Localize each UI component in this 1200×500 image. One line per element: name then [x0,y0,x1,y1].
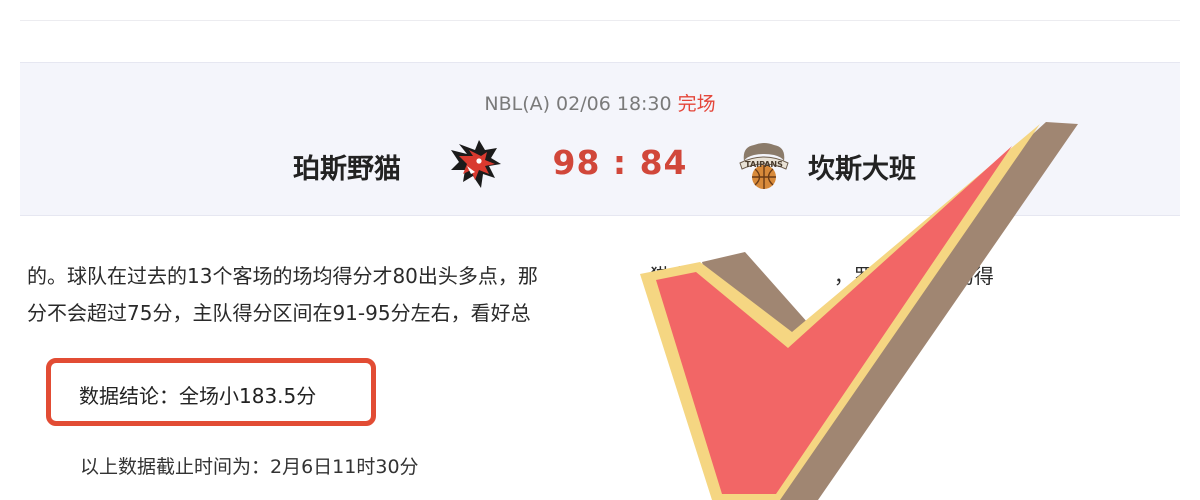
article-line-2: 分不会超过75分，主队得分区间在91-95分左右，看好总 [27,301,531,325]
article-text: 的。球队在过去的13个客场的场均得分才80出头多点，那 猫高强度 ，罗特认为这场得 … [27,258,1177,332]
article-line-1-start: 的。球队在过去的13个客场的场均得分才80出头多点，那 [27,264,538,288]
league-time: NBL(A) 02/06 18:30 [484,93,672,115]
conclusion-highlight-box: 数据结论：全场小183.5分 [46,358,376,426]
wildcat-logo-icon [451,140,501,188]
article-line-1: 的。球队在过去的13个客场的场均得分才80出头多点，那 猫高强度 ，罗特认为这场得 [27,258,1177,295]
score: 98 : 84 [552,143,688,182]
home-team-name[interactable]: 珀斯野猫 [293,147,401,186]
match-status: 完场 [677,93,716,115]
away-logo-text: TAIPANS [745,160,783,169]
taipans-snake-logo-icon: TAIPANS [739,143,789,189]
match-meta: NBL(A) 02/06 18:30 完场 [20,89,1180,116]
match-card[interactable]: NBL(A) 02/06 18:30 完场 珀斯野猫 98 : 84 TAIPAN… [20,62,1180,216]
article-line-1-middle: 猫高强度 [649,264,730,288]
conclusion-text: 数据结论：全场小183.5分 [79,384,317,408]
top-divider [20,20,1180,21]
away-team-name[interactable]: 坎斯大班 [808,147,916,186]
article-line-1-end: ，罗特认为这场得 [833,264,994,288]
data-cutoff-text: 以上数据截止时间为：2月6日11时30分 [80,456,419,478]
